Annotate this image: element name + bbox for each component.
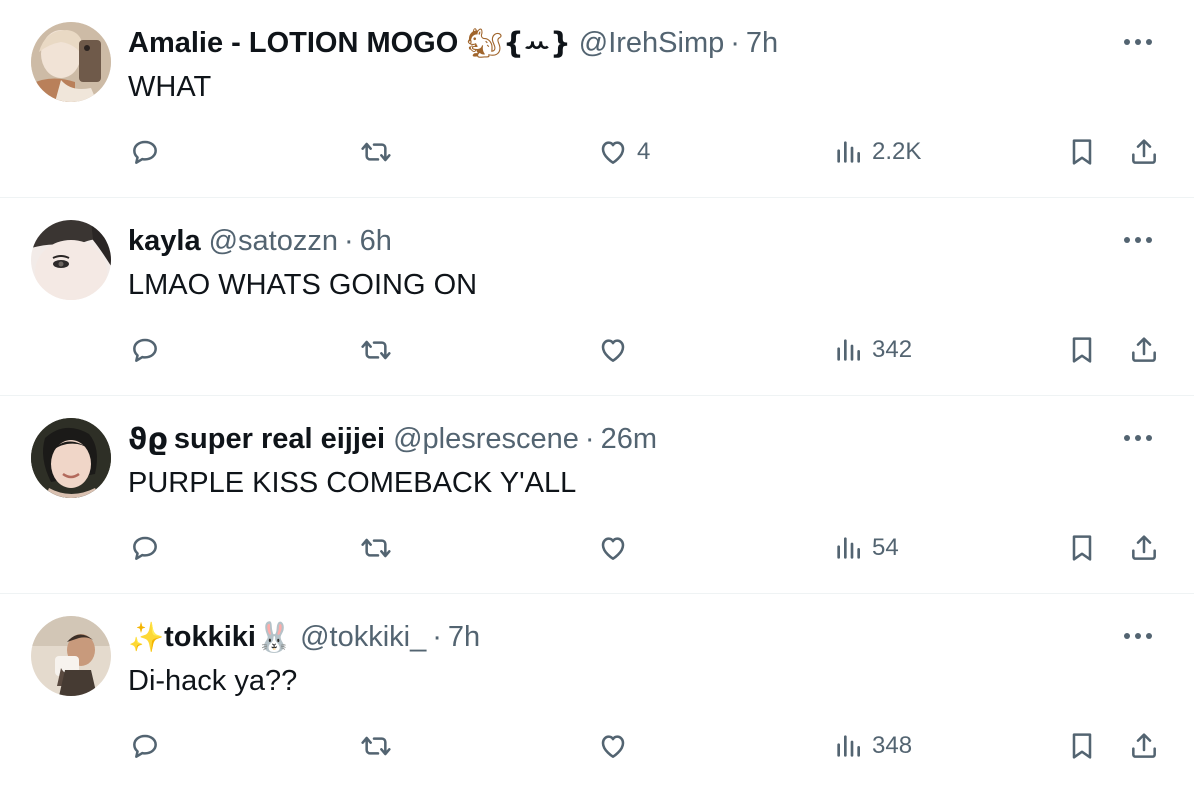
tweet-header: ϑϱ super real eijjei @plesrescene · 26m [128, 420, 657, 458]
retweet-icon [361, 736, 391, 756]
display-name[interactable]: Amalie - LOTION MOGO [128, 24, 458, 62]
share-icon [1132, 139, 1156, 164]
like-icon [601, 141, 625, 164]
tweet-text: Di-hack ya?? [128, 665, 298, 697]
share-icon [1132, 337, 1156, 362]
tweet[interactable]: ϑϱ super real eijjei @plesrescene · 26m … [0, 396, 1194, 594]
retweet-icon [361, 538, 391, 558]
separator-dot: · [343, 225, 354, 257]
avatar[interactable] [31, 418, 111, 498]
user-handle[interactable]: @satozzn [209, 222, 338, 260]
reply-icon [133, 140, 157, 164]
bookmark-button[interactable] [1066, 328, 1098, 372]
share-button[interactable] [1128, 526, 1160, 570]
action-bar: 342 [0, 328, 1194, 372]
share-icon [1132, 535, 1156, 560]
timestamp[interactable]: 26m [601, 420, 657, 458]
separator-dot: · [584, 423, 595, 455]
tweet-header: kayla @satozzn · 6h [128, 222, 392, 260]
like-button[interactable] [597, 526, 637, 570]
reply-button[interactable] [129, 724, 161, 768]
avatar[interactable] [31, 22, 111, 102]
tweet[interactable]: ✨ tokkiki 🐰 @tokkiki_ · 7h Di-hack ya?? [0, 594, 1194, 792]
user-handle[interactable]: @plesrescene [393, 420, 579, 458]
bookmark-button[interactable] [1066, 130, 1098, 174]
tweet[interactable]: kayla @satozzn · 6h LMAO WHATS GOING ON … [0, 198, 1194, 396]
like-button[interactable] [597, 328, 637, 372]
views-count: 342 [872, 336, 913, 363]
name-suffix: {ꕀ} [503, 26, 571, 60]
avatar[interactable] [31, 616, 111, 696]
separator-dot: · [730, 27, 740, 59]
like-count: 4 [637, 138, 651, 165]
retweet-button[interactable] [360, 526, 392, 570]
views-icon [837, 537, 860, 559]
avatar[interactable] [31, 220, 111, 300]
retweet-button[interactable] [360, 724, 392, 768]
timestamp[interactable]: 7h [448, 618, 480, 656]
sparkles-emoji-icon: ✨ [128, 620, 165, 654]
reply-icon [133, 338, 157, 362]
action-bar: 4 2.2K [0, 130, 1194, 174]
tweet-text: LMAO WHATS GOING ON [128, 269, 478, 301]
share-button[interactable] [1128, 130, 1160, 174]
reply-icon [133, 734, 157, 758]
views-button[interactable]: 54 [832, 526, 899, 570]
share-button[interactable] [1128, 724, 1160, 768]
bookmark-icon [1072, 139, 1092, 165]
like-button[interactable] [597, 724, 637, 768]
more-icon[interactable] [1120, 624, 1156, 648]
share-icon [1132, 733, 1156, 758]
reply-button[interactable] [129, 130, 161, 174]
bookmark-icon [1072, 337, 1092, 363]
more-icon[interactable] [1120, 228, 1156, 252]
squirrel-emoji-icon: 🐿 [466, 26, 504, 60]
retweet-button[interactable] [360, 130, 392, 174]
more-icon[interactable] [1120, 30, 1156, 54]
tweet[interactable]: Amalie - LOTION MOGO 🐿 {ꕀ} @IrehSimp · 7… [0, 0, 1194, 198]
retweet-button[interactable] [360, 328, 392, 372]
tweet-text: PURPLE KISS COMEBACK Y'ALL [128, 467, 577, 499]
display-name[interactable]: tokkiki [164, 618, 256, 656]
views-button[interactable]: 348 [832, 724, 912, 768]
views-count: 54 [872, 534, 899, 561]
like-icon [601, 537, 625, 560]
views-icon [837, 141, 860, 163]
share-button[interactable] [1128, 328, 1160, 372]
views-icon [837, 735, 860, 757]
bookmark-icon [1072, 535, 1092, 561]
views-icon [837, 339, 860, 361]
reply-icon [133, 536, 157, 560]
retweet-icon [361, 340, 391, 360]
tweet-text: WHAT [128, 71, 212, 103]
reply-button[interactable] [129, 526, 161, 570]
like-icon [601, 339, 625, 362]
bookmark-button[interactable] [1066, 724, 1098, 768]
name-prefix-glyph: ϑϱ [128, 422, 168, 456]
more-icon[interactable] [1120, 426, 1156, 450]
reply-button[interactable] [129, 328, 161, 372]
tweet-header: Amalie - LOTION MOGO 🐿 {ꕀ} @IrehSimp · 7… [128, 24, 778, 62]
views-button[interactable]: 342 [832, 328, 912, 372]
user-handle[interactable]: @tokkiki_ [300, 618, 426, 656]
display-name[interactable]: super real eijjei [174, 420, 385, 458]
tweet-header: ✨ tokkiki 🐰 @tokkiki_ · 7h [128, 618, 480, 656]
views-count: 2.2K [872, 138, 922, 165]
user-handle[interactable]: @IrehSimp [579, 24, 724, 62]
like-button[interactable]: 4 [597, 130, 650, 174]
retweet-icon [361, 142, 391, 162]
views-button[interactable]: 2.2K [832, 130, 921, 174]
views-count: 348 [872, 732, 913, 759]
action-bar: 54 [0, 526, 1194, 570]
bookmark-icon [1072, 733, 1092, 759]
rabbit-emoji-icon: 🐰 [255, 620, 293, 654]
display-name[interactable]: kayla [128, 222, 201, 260]
timestamp[interactable]: 6h [360, 222, 392, 260]
timestamp[interactable]: 7h [746, 24, 778, 62]
like-icon [601, 735, 625, 758]
bookmark-button[interactable] [1066, 526, 1098, 570]
action-bar: 348 [0, 724, 1194, 768]
reply-feed: Amalie - LOTION MOGO 🐿 {ꕀ} @IrehSimp · 7… [0, 0, 1194, 788]
separator-dot: · [432, 621, 442, 653]
